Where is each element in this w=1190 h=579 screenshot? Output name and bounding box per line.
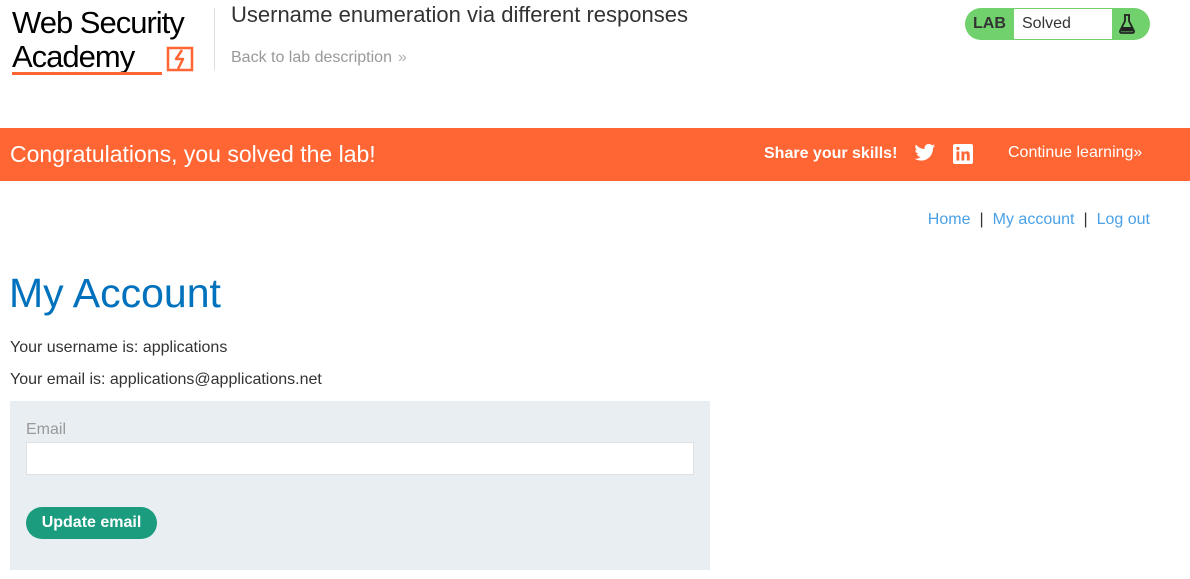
double-chevron-right-icon: » bbox=[1133, 144, 1143, 161]
congrats-message: Congratulations, you solved the lab! bbox=[10, 141, 376, 167]
flask-icon bbox=[1119, 14, 1135, 34]
update-email-form: Email Update email bbox=[10, 401, 710, 570]
nav-logout-link[interactable]: Log out bbox=[1097, 211, 1150, 228]
lab-tag: LAB bbox=[973, 15, 1006, 32]
double-chevron-right-icon: » bbox=[397, 49, 407, 66]
lab-status-text: Solved bbox=[1014, 9, 1112, 39]
nav-home-link[interactable]: Home bbox=[928, 211, 971, 228]
logo-text-line1: Web Security bbox=[12, 5, 185, 40]
update-email-button[interactable]: Update email bbox=[26, 507, 157, 539]
lab-header: Web Security Academy Username enumeratio… bbox=[0, 0, 1190, 128]
share-label: Share your skills! bbox=[764, 145, 898, 162]
lab-status-widget: LAB Solved bbox=[965, 8, 1150, 40]
continue-learning-label: Continue learning bbox=[1008, 144, 1134, 161]
username-info: Your username is: applications bbox=[10, 339, 228, 356]
linkedin-icon[interactable] bbox=[953, 144, 973, 164]
nav-separator: | bbox=[979, 211, 984, 228]
logo-text-line2: Academy bbox=[12, 39, 135, 74]
back-link-label: Back to lab description bbox=[231, 49, 392, 66]
back-to-description-link[interactable]: Back to lab description » bbox=[231, 49, 407, 67]
nav-separator: | bbox=[1083, 211, 1088, 228]
header-divider bbox=[214, 8, 215, 70]
twitter-icon[interactable] bbox=[914, 143, 936, 163]
email-input[interactable] bbox=[26, 442, 694, 475]
academy-logo[interactable]: Web Security Academy bbox=[12, 6, 212, 78]
solved-banner: Congratulations, you solved the lab! Sha… bbox=[0, 128, 1190, 181]
lab-title: Username enumeration via different respo… bbox=[231, 2, 688, 27]
page-title: My Account bbox=[9, 270, 221, 316]
logo-underline bbox=[12, 72, 162, 75]
top-navigation: Home | My account | Log out bbox=[928, 211, 1150, 229]
continue-learning-link[interactable]: Continue learning» bbox=[1008, 144, 1142, 162]
email-info: Your email is: applications@applications… bbox=[10, 371, 322, 388]
nav-my-account-link[interactable]: My account bbox=[993, 211, 1075, 228]
email-label: Email bbox=[26, 421, 67, 438]
logo-bolt-icon bbox=[166, 46, 194, 72]
